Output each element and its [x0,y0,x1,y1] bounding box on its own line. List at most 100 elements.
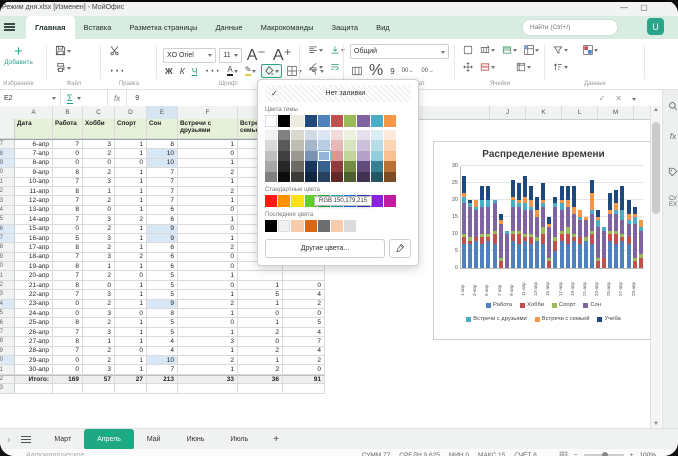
theme-color-swatch[interactable] [318,115,330,127]
cell[interactable]: 7 [53,347,83,356]
underline-button[interactable]: Ч [190,65,200,77]
cell[interactable]: 20-апр [15,271,53,280]
cell[interactable]: 27-апр [15,337,53,346]
cell[interactable]: 2 [83,271,115,280]
row-header-20[interactable]: 20 [0,262,15,271]
tint-color-swatch[interactable] [305,140,317,150]
row-header-17[interactable]: 17 [0,234,15,243]
menu-tab-разметка страницы[interactable]: Разметка страницы [120,16,206,39]
chart-object[interactable]: Распределение времени 051015202530 1-апр… [433,141,654,340]
tint-color-swatch[interactable] [291,151,303,161]
cell[interactable]: 7 [53,328,83,337]
sheet-tab-март[interactable]: Март [41,429,84,450]
edit-more-button[interactable]: ··· [107,61,127,81]
sheet-tab-июль[interactable]: Июль [217,429,261,450]
cell[interactable]: 8-апр [15,159,53,168]
sheet-tab-май[interactable]: Май [134,429,174,450]
cell[interactable]: 26-апр [15,328,53,337]
row-header-1[interactable]: 1 [0,119,15,139]
theme-color-swatch[interactable] [305,115,317,127]
cell[interactable]: 5 [147,281,178,290]
cell[interactable]: 1 [115,290,147,299]
cell[interactable]: 1 [178,159,238,168]
insert-column-button[interactable] [478,44,497,56]
cell-style-button[interactable] [514,61,533,73]
highlight-color-button[interactable]: ✎ [243,65,259,77]
tint-color-swatch[interactable] [318,172,330,182]
cell[interactable]: 1 [115,281,147,290]
cell[interactable]: 1 [115,318,147,327]
cell[interactable]: 1 [178,234,238,243]
recent-color-swatch[interactable] [318,220,330,232]
sort-button[interactable] [551,61,570,73]
cell[interactable]: 1 [178,347,238,356]
cell[interactable]: 0 [53,365,83,374]
cell[interactable]: 2 [83,196,115,205]
minimize-button[interactable]: — [616,3,632,12]
cell[interactable]: 1 [238,318,283,327]
cell[interactable]: 3 [83,309,115,318]
cancel-icon[interactable]: ✕ [615,94,622,103]
cell[interactable]: 10-апр [15,178,53,187]
column-header-B[interactable]: B [53,106,83,119]
cell[interactable]: 0 [53,300,83,309]
row-header-18[interactable]: 18 [0,243,15,252]
tint-color-swatch[interactable] [344,151,356,161]
cell[interactable]: 13-апр [15,206,53,215]
tint-color-swatch[interactable] [265,140,277,150]
insert-cells-button[interactable] [461,44,475,56]
cell[interactable]: 8 [147,309,178,318]
cell[interactable]: 0 [53,149,83,158]
cell[interactable]: Работа [53,119,83,139]
cell[interactable]: 7 [53,178,83,187]
cell[interactable] [15,384,53,393]
cell[interactable]: 0 [115,347,147,356]
recent-color-swatch[interactable] [291,220,303,232]
cell[interactable]: 0 [53,159,83,168]
zoom-in-button[interactable]: + [630,452,634,456]
row-header-21[interactable]: 21 [0,271,15,280]
cell[interactable]: 8 [53,337,83,346]
recent-color-swatch[interactable] [278,220,290,232]
row-header-7[interactable]: 7 [0,140,15,149]
filter-button[interactable] [551,44,570,56]
cell[interactable]: 1 [115,234,147,243]
functions-icon[interactable]: fx [663,132,678,141]
conditional-format-button[interactable] [581,44,600,56]
macros-icon[interactable]: СУEX [663,196,678,208]
cell[interactable]: 27 [115,375,147,384]
percent-format-button[interactable]: % [367,61,385,81]
column-header-D[interactable]: D [115,106,147,119]
cell[interactable]: 1 [115,168,147,177]
cell-reference-box[interactable]: E2 [0,90,61,106]
cell[interactable]: 2 [83,225,115,234]
cell[interactable]: 6 [147,253,178,262]
tint-color-swatch[interactable] [371,161,383,171]
tint-color-swatch[interactable] [305,161,317,171]
cell[interactable]: 4 [147,347,178,356]
cell[interactable]: 33 [178,375,238,384]
row-header-31[interactable]: 31 [0,365,15,374]
maximize-button[interactable]: ▢ [636,3,652,12]
tint-color-swatch[interactable] [331,172,343,182]
cell[interactable]: 4 [283,347,325,356]
cell[interactable] [283,271,325,280]
cell[interactable]: 1 [115,187,147,196]
zoom-out-button[interactable]: − [574,452,578,456]
row-header-10[interactable]: 10 [0,168,15,177]
menu-tab-защита[interactable]: Защита [322,16,367,39]
cell[interactable]: 5 [147,271,178,280]
cell[interactable]: 1 [115,206,147,215]
row-header-13[interactable]: 13 [0,196,15,205]
cut-button[interactable] [107,44,122,57]
wrap-text-button[interactable] [328,61,342,73]
tint-color-swatch[interactable] [318,151,330,161]
row-header-15[interactable]: 15 [0,215,15,224]
tint-color-swatch[interactable] [291,140,303,150]
cell[interactable]: 1 [178,140,238,149]
row-header-27[interactable]: 27 [0,328,15,337]
cell[interactable]: Дата [15,119,53,139]
cell[interactable]: 2 [178,356,238,365]
cell[interactable]: 9 [147,234,178,243]
cell[interactable]: 24-апр [15,309,53,318]
